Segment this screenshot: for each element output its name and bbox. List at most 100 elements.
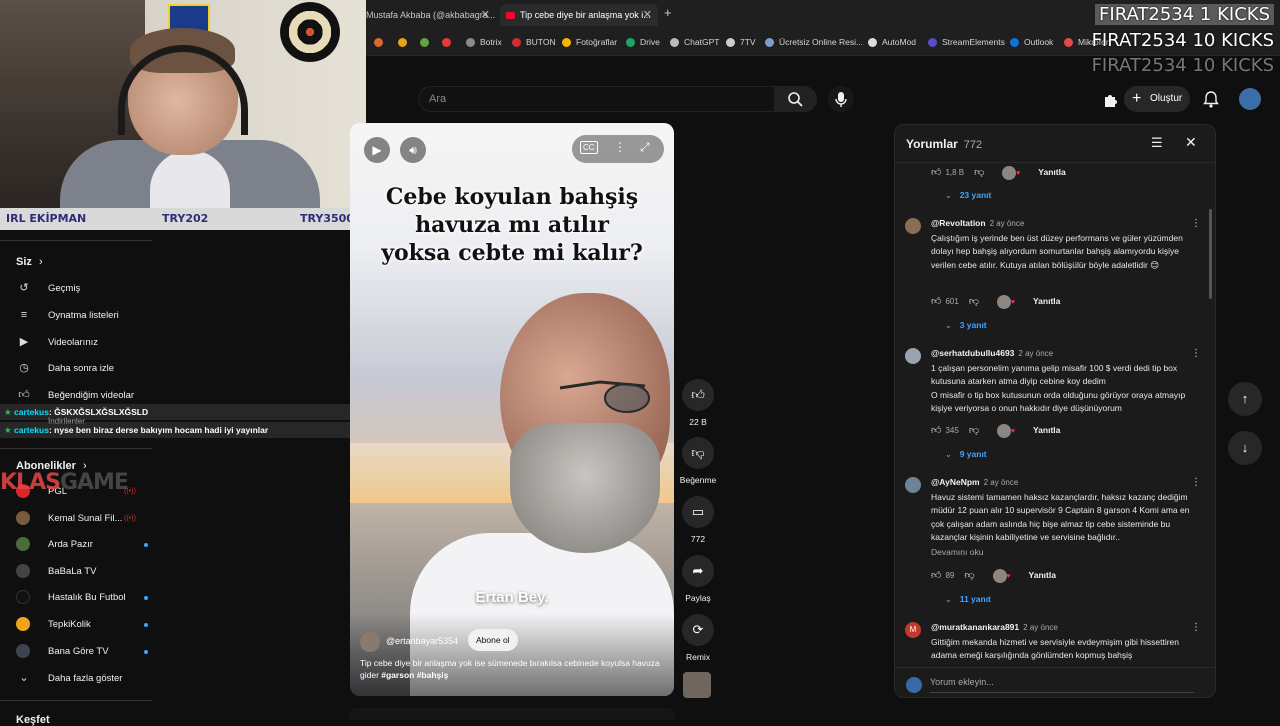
bookmark-streamelements[interactable]: StreamElements — [928, 28, 1005, 56]
comment-actions: 👍︎1,8 B👎︎Yanıtla — [931, 163, 1066, 183]
sub-item[interactable]: Arda Pazır — [16, 535, 148, 555]
comments-button[interactable]: ▭ 772 — [680, 496, 716, 544]
comment-item: @serhatdubullu4693 2 ay önce ⋮ 1 çalışan … — [905, 348, 1201, 428]
share-button[interactable]: ➦ Paylaş — [680, 555, 716, 603]
previous-short-button[interactable]: ↑ — [1228, 382, 1262, 416]
comments-scrollbar[interactable] — [1209, 209, 1212, 299]
thumbs-up-icon[interactable]: 👍︎ — [931, 570, 941, 581]
guide-you-header[interactable]: Siz › — [16, 256, 43, 268]
create-button[interactable]: + Oluştur — [1124, 86, 1190, 112]
channel-avatar — [16, 511, 30, 526]
bookmark-icon[interactable] — [442, 28, 456, 56]
view-replies-button[interactable]: ⌄ 11 yanıt — [945, 591, 991, 607]
guide-item-history[interactable]: ↺ Geçmiş — [16, 278, 80, 298]
thumbs-up-icon[interactable]: 👍︎ — [931, 296, 941, 307]
bookmark-chatgpt[interactable]: ChatGPT — [670, 28, 719, 56]
liked-icon: 👍︎ — [18, 389, 30, 401]
comment-author[interactable]: @muratkanankara891 2 ay önce — [931, 622, 1058, 632]
more-vert-icon[interactable]: ⋮ — [1191, 348, 1201, 359]
channel-avatar — [16, 644, 30, 659]
browser-tab-active[interactable]: Tip cebe diye bir anlaşma yok i... ✕ — [500, 4, 658, 26]
bookmark-7tv[interactable]: 7TV — [726, 28, 756, 56]
plus-icon: + — [1132, 90, 1142, 107]
tab-label: Tip cebe diye bir anlaşma yok i... — [520, 10, 651, 20]
sub-item[interactable]: Bana Göre TV — [16, 642, 148, 662]
close-tab-icon[interactable]: ✕ — [643, 4, 652, 26]
like-button[interactable]: 👍︎ 22 B — [680, 379, 716, 427]
more-vert-icon[interactable]: ⋮ — [1191, 477, 1201, 488]
play-icon[interactable]: ▶ — [364, 137, 390, 163]
bookmark-automod[interactable]: AutoMod — [868, 28, 916, 56]
comment-avatar[interactable] — [905, 348, 921, 364]
sub-item[interactable]: BaBaLa TV — [16, 562, 96, 582]
more-vert-icon[interactable]: ⋮ — [1191, 622, 1201, 633]
arrow-down-icon: ↓ — [1241, 440, 1249, 455]
bookmark-drive[interactable]: Drive — [626, 28, 660, 56]
channel-avatar — [16, 537, 30, 552]
comment-author[interactable]: @serhatdubullu4693 2 ay önce — [931, 348, 1053, 358]
sound-thumbnail[interactable] — [683, 672, 711, 698]
show-more-button[interactable]: ⌄ Daha fazla göster — [16, 668, 122, 688]
short-caption: Ertan Bey. — [475, 589, 549, 606]
comment-author[interactable]: @AyNeNpm 2 ay önce — [931, 477, 1018, 487]
captions-icon[interactable]: CC — [580, 141, 598, 154]
short-video-player[interactable]: ▶ 🔊︎ CC ⋮ ⤢ Cebe koyulan bahşiş havuza m… — [350, 123, 674, 696]
comment-avatar[interactable]: M — [905, 622, 921, 638]
channel-link[interactable]: @ertanbayar5354 — [360, 631, 458, 652]
bookmark-fotograflar[interactable]: Fotoğraflar — [562, 28, 617, 56]
bookmark-buton[interactable]: BUTON — [512, 28, 556, 56]
notifications-icon[interactable] — [1202, 90, 1220, 113]
avatar[interactable] — [1239, 88, 1261, 110]
browser-tab[interactable]: Mustafa Akbaba (@akbabagra... ✕ — [360, 4, 496, 26]
remix-button[interactable]: ⟳ Remix — [680, 614, 716, 662]
comments-panel: Yorumlar772 ☰ ✕ 👍︎1,8 B👎︎Yanıtla ⌄23 yan… — [894, 124, 1216, 698]
fullscreen-icon[interactable]: ⤢ — [640, 140, 650, 155]
view-replies-button[interactable]: ⌄ 23 yanıt — [945, 187, 991, 203]
view-replies-button[interactable]: ⌄ 9 yanıt — [945, 446, 987, 462]
bookmark-icon[interactable] — [374, 28, 388, 56]
sub-item[interactable]: TepkiKolik — [16, 615, 148, 635]
more-vert-icon[interactable]: ⋮ — [1191, 218, 1201, 229]
guide-item-playlists[interactable]: ≡ Oynatma listeleri — [16, 305, 119, 325]
next-short-button[interactable]: ↓ — [1228, 431, 1262, 465]
search-button[interactable] — [775, 86, 817, 112]
bookmark-resize[interactable]: Ücretsiz Online Resi... — [765, 28, 863, 56]
bookmark-botrix[interactable]: Botrix — [466, 28, 502, 56]
thumbs-down-icon[interactable]: 👎︎ — [974, 167, 984, 178]
bookmark-icon[interactable] — [398, 28, 412, 56]
thumbs-down-icon[interactable]: 👎︎ — [969, 296, 979, 307]
thumbs-up-icon[interactable]: 👍︎ — [931, 425, 941, 436]
close-icon[interactable]: ✕ — [1185, 134, 1197, 151]
new-tab-button[interactable]: + — [664, 5, 672, 20]
comment-avatar[interactable] — [905, 477, 921, 493]
dislike-button[interactable]: 👎︎ Beğenme — [680, 437, 716, 485]
sort-icon[interactable]: ☰ — [1151, 135, 1163, 151]
thumbs-down-icon: 👎︎ — [682, 437, 714, 469]
sub-item[interactable]: Kemal Sunal Fil... ((•)) — [16, 509, 136, 529]
read-more-link[interactable]: Devamını oku — [931, 547, 983, 557]
sub-item[interactable]: Hastalık Bu Futbol — [16, 588, 148, 608]
volume-icon[interactable]: 🔊︎ — [400, 137, 426, 163]
thumbs-up-icon[interactable]: 👍︎ — [931, 167, 941, 178]
videos-icon: ▶ — [19, 336, 29, 348]
bookmark-icon[interactable] — [420, 28, 434, 56]
guide-item-watch-later[interactable]: ◷ Daha sonra izle — [16, 358, 114, 378]
view-replies-button[interactable]: ⌄ 3 yanıt — [945, 317, 987, 333]
voice-search-button[interactable] — [828, 86, 854, 112]
comment-avatar[interactable] — [905, 218, 921, 234]
channel-avatar — [16, 590, 30, 605]
bookmark-outlook[interactable]: Outlook — [1010, 28, 1053, 56]
subscribe-button[interactable]: Abone ol — [468, 629, 518, 651]
thumbs-down-icon[interactable]: 👎︎ — [969, 425, 979, 436]
history-icon: ↺ — [19, 282, 29, 294]
thumbs-down-icon[interactable]: 👎︎ — [964, 570, 974, 581]
comment-icon: ▭ — [682, 496, 714, 528]
more-vert-icon[interactable]: ⋮ — [614, 140, 626, 154]
close-tab-icon[interactable]: ✕ — [481, 4, 490, 26]
comment-author[interactable]: @Revoltation 2 ay önce — [931, 218, 1024, 228]
guide-item-your-videos[interactable]: ▶ Videolarınız — [16, 332, 98, 352]
guide-item-liked[interactable]: 👍︎ Beğendiğim videolar — [16, 385, 134, 405]
add-comment-field[interactable]: Yorum ekleyin... — [895, 667, 1215, 697]
extension-icon[interactable] — [1102, 91, 1118, 112]
search-input[interactable]: Ara — [418, 86, 775, 112]
